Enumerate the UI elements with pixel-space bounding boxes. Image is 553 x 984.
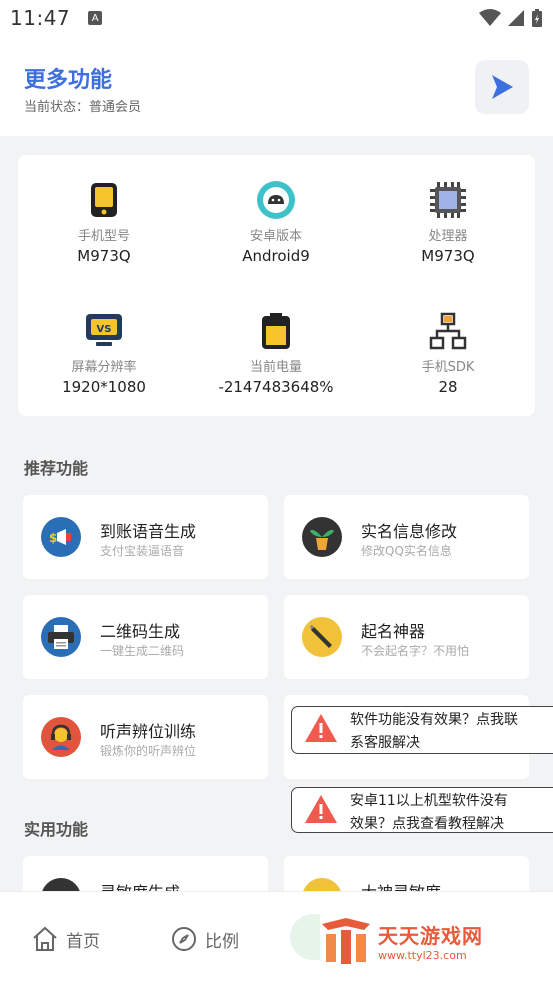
nav-home[interactable]: 首页: [32, 926, 100, 952]
compass-icon: [172, 927, 196, 951]
cpu-icon: [430, 182, 466, 218]
membership-status: 当前状态：普通会员: [24, 100, 142, 115]
info-phone-model: 手机型号 M973Q: [18, 179, 190, 265]
feature-card-sound-training[interactable]: 听声辨位训练 锻炼你的听声辨位: [23, 695, 268, 779]
feature-card-qrcode[interactable]: 二维码生成 一键生成二维码: [23, 595, 268, 679]
battery-icon: [262, 313, 290, 349]
wifi-icon: [479, 9, 501, 26]
warning-icon: [305, 795, 337, 823]
phone-icon: [91, 183, 117, 217]
watermark: 天天游戏网 www.ttyl23.com: [320, 916, 483, 966]
plant-icon: [302, 517, 342, 557]
svg-text:$: $: [49, 531, 57, 545]
nav-ratio[interactable]: 比例: [171, 926, 239, 952]
page-title: 更多功能: [24, 68, 113, 93]
info-battery: 当前电量 -2147483648%: [190, 310, 362, 396]
device-info-card: 手机型号 M973Q 安卓版本 Android9 处理器 M973Q VS 屏幕…: [18, 155, 535, 416]
android-icon: [257, 181, 295, 219]
megaphone-icon: $: [41, 517, 81, 557]
share-button[interactable]: [475, 60, 529, 114]
status-time: 11:47: [10, 6, 71, 30]
support-toast[interactable]: 软件功能没有效果？点我联 系客服解决: [291, 706, 553, 754]
bottom-nav: 首页 比例 天天游戏网 www.ttyl23.com: [0, 891, 553, 984]
feature-card-name-generator[interactable]: 起名神器 不会起名字？不用怕: [284, 595, 529, 679]
status-bar: 11:47 A: [0, 0, 553, 36]
svg-text:VS: VS: [97, 324, 112, 335]
signal-icon: [508, 10, 524, 26]
feature-card-payment-voice[interactable]: $ 到账语音生成 支付宝装逼语音: [23, 495, 268, 579]
watermark-logo: [322, 918, 370, 964]
printer-icon: [41, 617, 81, 657]
info-screen-resolution: VS 屏幕分辨率 1920*1080: [18, 310, 190, 396]
home-icon: [33, 926, 57, 951]
info-processor: 处理器 M973Q: [362, 179, 534, 265]
page-header: 更多功能 当前状态：普通会员: [0, 36, 553, 136]
section-title-recommended: 推荐功能: [24, 459, 89, 478]
feature-card-realname-edit[interactable]: 实名信息修改 修改QQ实名信息: [284, 495, 529, 579]
warning-icon: [305, 714, 337, 742]
android11-tutorial-toast[interactable]: 安卓11以上机型软件没有 效果？点我查看教程解决: [291, 787, 553, 833]
notification-a-icon: A: [88, 11, 103, 25]
nav-active-indicator: [290, 914, 320, 960]
section-title-practical: 实用功能: [24, 820, 89, 839]
pen-icon: [302, 617, 342, 657]
battery-charging-icon: [532, 9, 542, 27]
screen-icon: VS: [86, 314, 122, 346]
play-icon: [492, 75, 513, 99]
info-android-version: 安卓版本 Android9: [190, 179, 362, 265]
headset-user-icon: [41, 717, 81, 757]
sdk-icon: [429, 312, 467, 350]
info-sdk: 手机SDK 28: [362, 310, 534, 396]
